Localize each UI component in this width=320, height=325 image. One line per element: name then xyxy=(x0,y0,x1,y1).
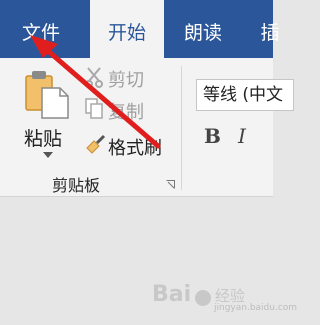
tab-insert[interactable]: 插 xyxy=(250,0,290,58)
format-painter-label: 格式刷 xyxy=(108,138,162,159)
copy-label: 复制 xyxy=(108,102,144,123)
font-name-input[interactable]: 等线 (中文 xyxy=(196,79,294,111)
italic-button[interactable]: I xyxy=(238,124,246,148)
paw-icon xyxy=(194,289,211,306)
ribbon-home: 粘贴 剪切 复制 格式刷 剪贴板 等线 (中文 B I xyxy=(0,58,294,197)
group-separator xyxy=(181,66,182,190)
clipboard-group-label: 剪贴板 xyxy=(52,176,101,195)
format-painter-button[interactable]: 格式刷 xyxy=(84,132,170,159)
copy-button[interactable]: 复制 xyxy=(84,96,154,123)
paste-label: 粘贴 xyxy=(24,128,63,150)
paste-button[interactable]: 粘贴 xyxy=(14,64,76,162)
bold-button[interactable]: B xyxy=(204,124,221,148)
dialog-launcher-icon[interactable] xyxy=(166,180,175,189)
ribbon-tab-bar: 文件 开始 朗读 插 xyxy=(0,0,280,58)
copy-icon xyxy=(85,98,103,119)
format-painter-icon xyxy=(86,134,106,154)
watermark-brand: Bai xyxy=(152,282,192,307)
tab-file[interactable]: 文件 xyxy=(10,0,72,58)
watermark-domain: jingyan.baidu.com xyxy=(214,303,298,313)
tab-home[interactable]: 开始 xyxy=(90,0,164,58)
cut-button[interactable]: 剪切 xyxy=(84,64,154,91)
cut-label: 剪切 xyxy=(108,70,144,91)
paste-dropdown-icon[interactable] xyxy=(43,152,53,158)
baidu-watermark: Bai 经验 jingyan.baidu.com xyxy=(152,282,297,313)
tab-read-aloud[interactable]: 朗读 xyxy=(172,0,234,58)
scissors-icon xyxy=(85,67,103,88)
paste-icon xyxy=(25,71,69,119)
